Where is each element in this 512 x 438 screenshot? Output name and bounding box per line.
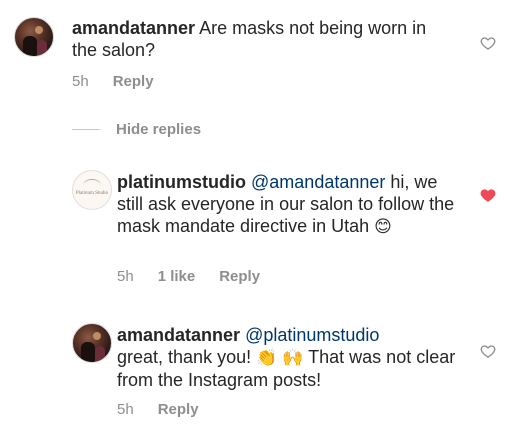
- reply-button[interactable]: Reply: [158, 401, 199, 418]
- divider-line: [72, 129, 100, 130]
- mention-link[interactable]: @platinumstudio: [245, 325, 379, 345]
- comment-body: great, thank you!: [117, 347, 252, 367]
- mention-link[interactable]: @amandatanner: [251, 172, 385, 192]
- reply-button[interactable]: Reply: [219, 268, 260, 285]
- avatar[interactable]: [14, 17, 54, 57]
- hide-replies-toggle[interactable]: Hide replies: [72, 121, 201, 138]
- comment-meta: 5h Reply: [72, 73, 154, 90]
- comment-text: amandatanner Are masks not being worn in…: [72, 17, 452, 61]
- smile-emoji: 😊: [374, 217, 392, 237]
- raising-hands-emoji: 🙌: [282, 348, 304, 368]
- heart-icon[interactable]: [480, 343, 496, 359]
- comment-text: amandatanner @platinumstudio great, than…: [117, 324, 462, 391]
- comment-time: 5h: [117, 268, 134, 285]
- avatar[interactable]: [72, 323, 112, 363]
- likes-count[interactable]: 1 like: [158, 268, 196, 285]
- comment-username[interactable]: platinumstudio: [117, 172, 246, 192]
- heart-icon[interactable]: [480, 35, 496, 51]
- comment-time: 5h: [117, 401, 134, 418]
- reply-button[interactable]: Reply: [113, 73, 154, 90]
- comment-username[interactable]: amandatanner: [72, 18, 195, 38]
- comment-username[interactable]: amandatanner: [117, 325, 240, 345]
- avatar-logo-text: Platinum Studio: [75, 191, 109, 196]
- comment-meta: 5h Reply: [117, 401, 199, 418]
- heart-icon[interactable]: [480, 187, 496, 203]
- clapping-hands-emoji: 👏: [256, 348, 278, 368]
- avatar[interactable]: Platinum Studio: [72, 170, 112, 210]
- comment-time: 5h: [72, 73, 89, 90]
- hide-replies-label: Hide replies: [116, 121, 202, 138]
- comment-text: platinumstudio @amandatanner hi, we stil…: [117, 171, 462, 238]
- comment-meta: 5h 1 like Reply: [117, 268, 260, 285]
